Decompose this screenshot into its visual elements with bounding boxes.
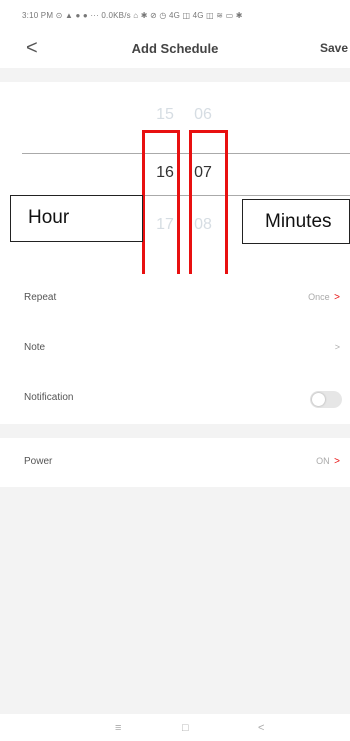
- toggle-knob: [312, 393, 325, 406]
- note-row[interactable]: Note >: [0, 324, 350, 374]
- page-title: Add Schedule: [131, 41, 219, 56]
- note-label: Note: [24, 342, 46, 353]
- power-value-text: ON: [316, 456, 330, 466]
- minute-option-above[interactable]: 06: [188, 106, 218, 124]
- repeat-value-text: Once: [308, 292, 330, 302]
- repeat-value: Once >: [308, 292, 340, 303]
- hour-option-above[interactable]: 15: [150, 106, 180, 124]
- back-icon[interactable]: <: [258, 722, 264, 734]
- chevron-right-icon: >: [334, 342, 340, 352]
- status-bar: 3:10 PM ⊙ ▲ ● ● ··· 0.0KB/s ⌂ ✱ ⊘ ◷ 4G ◫…: [0, 0, 350, 30]
- chevron-right-icon: >: [334, 292, 340, 303]
- home-icon[interactable]: □: [182, 722, 189, 734]
- system-nav-bar: ≡ □ <: [0, 714, 350, 741]
- section-gap: [0, 424, 350, 438]
- selection-line-top: [22, 153, 350, 154]
- power-row[interactable]: Power ON >: [0, 438, 350, 488]
- empty-area: [0, 487, 350, 714]
- chevron-right-icon: >: [334, 456, 340, 467]
- minutes-annotation: Minutes: [242, 199, 350, 244]
- repeat-row[interactable]: Repeat Once >: [0, 274, 350, 324]
- header-bar: < Add Schedule Save: [0, 30, 350, 68]
- menu-icon[interactable]: ≡: [115, 722, 121, 734]
- minute-highlight-box: [189, 130, 228, 280]
- power-label: Power: [24, 456, 53, 467]
- section-gap: [0, 68, 350, 82]
- notification-row: Notification: [0, 374, 350, 424]
- notification-toggle[interactable]: [310, 391, 342, 408]
- hour-annotation: Hour: [10, 195, 143, 242]
- notification-label: Notification: [24, 392, 74, 403]
- save-button[interactable]: Save: [320, 41, 348, 55]
- status-bar-text: 3:10 PM ⊙ ▲ ● ● ··· 0.0KB/s ⌂ ✱ ⊘ ◷ 4G ◫…: [22, 10, 243, 20]
- power-value: ON >: [316, 456, 340, 467]
- repeat-label: Repeat: [24, 292, 57, 303]
- hour-highlight-box: [142, 130, 180, 280]
- note-value: >: [332, 342, 340, 352]
